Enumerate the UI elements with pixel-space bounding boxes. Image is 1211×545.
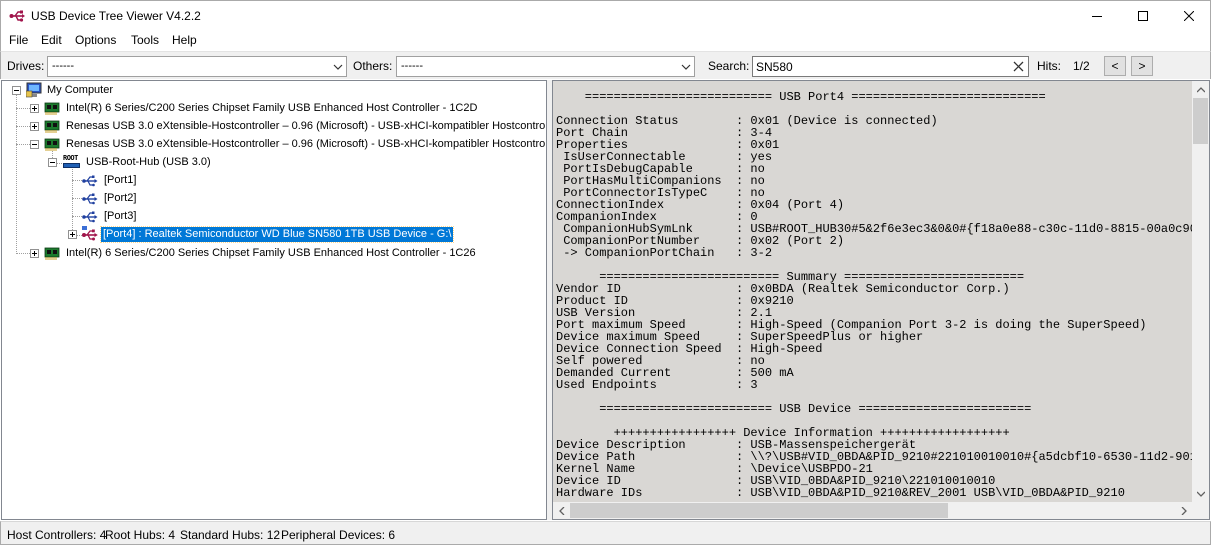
previous-hit-button[interactable]: < [1104, 56, 1126, 76]
hits-label: Hits: [1037, 59, 1061, 73]
close-button[interactable] [1166, 1, 1211, 31]
detail-line: Used Endpoints : 3 [556, 378, 758, 392]
tree-item-port[interactable]: [Port2] [2, 190, 546, 207]
chevron-down-icon [333, 64, 343, 70]
computer-icon [26, 82, 42, 98]
detail-line: ========================== USB Port4 ===… [556, 91, 1046, 104]
next-hit-button[interactable]: > [1131, 56, 1153, 76]
vertical-scrollbar[interactable] [1192, 81, 1209, 502]
window-title: USB Device Tree Viewer V4.2.2 [31, 9, 201, 23]
expand-toggle[interactable] [30, 104, 39, 113]
menu-file[interactable]: File [9, 33, 28, 47]
minimize-icon [1092, 16, 1102, 17]
tree-item-host-controller[interactable]: Renesas USB 3.0 eXtensible-Hostcontrolle… [2, 118, 546, 135]
tree-item-label: [Port3] [104, 210, 137, 222]
clear-search-icon[interactable] [1012, 60, 1025, 73]
scroll-left-button[interactable] [553, 502, 570, 519]
horizontal-scrollbar[interactable] [553, 502, 1192, 519]
status-bar: Host Controllers: 4 Root Hubs: 4 Standar… [0, 521, 1211, 545]
minimize-button[interactable] [1074, 1, 1120, 31]
collapse-toggle[interactable] [12, 86, 21, 95]
search-label: Search: [708, 59, 750, 73]
drives-value: ------ [52, 60, 74, 72]
tree-item-label: [Port2] [104, 192, 137, 204]
tree-item-root-hub[interactable]: ROOT USB-Root-Hub (USB 3.0) [2, 154, 546, 171]
others-label: Others: [353, 59, 393, 73]
chevron-up-icon [1196, 86, 1205, 92]
menu-bar: File Edit Options Tools Help [0, 31, 1211, 51]
drives-combo[interactable]: ------ [47, 56, 347, 77]
tree-item-label: [Port1] [104, 174, 137, 186]
scroll-right-button[interactable] [1175, 502, 1192, 519]
chevron-down-icon [681, 64, 691, 70]
maximize-icon [1138, 11, 1148, 21]
pci-card-icon [44, 120, 60, 133]
close-icon [1184, 11, 1194, 21]
tree-item-device[interactable]: [Port4] : Realtek Semiconductor WD Blue … [2, 226, 546, 243]
pci-card-icon [44, 138, 60, 151]
usb-port-icon [82, 211, 98, 223]
menu-edit[interactable]: Edit [41, 33, 62, 47]
tree-item-port[interactable]: [Port3] [2, 208, 546, 225]
usb-port-icon [82, 175, 98, 187]
chevron-left-icon [558, 506, 564, 515]
root-hub-icon: ROOT [62, 154, 82, 170]
title-bar: USB Device Tree Viewer V4.2.2 [0, 0, 1211, 31]
scroll-corner [1192, 502, 1209, 519]
status-root-hubs: Root Hubs: 4 [105, 528, 176, 542]
tree-item-host-controller[interactable]: Intel(R) 6 Series/C200 Series Chipset Fa… [2, 100, 546, 117]
drives-label: Drives: [7, 59, 45, 73]
tree-item-label: USB-Root-Hub (USB 3.0) [86, 156, 211, 168]
search-input[interactable]: SN580 [752, 56, 1029, 77]
tree-item-label: My Computer [47, 84, 114, 96]
previous-hit-label: < [1111, 59, 1119, 73]
tree-item-label: [Port4] : Realtek Semiconductor WD Blue … [99, 226, 455, 243]
expand-toggle[interactable] [68, 230, 77, 239]
menu-options[interactable]: Options [75, 33, 116, 47]
device-tree[interactable]: My Computer Intel(R) 6 Series/C200 Serie… [1, 80, 547, 520]
detail-line: ======================== USB Device ====… [556, 402, 1032, 416]
menu-help[interactable]: Help [172, 33, 197, 47]
status-host-controllers: Host Controllers: 4 [7, 528, 107, 542]
toolbar: Drives: ------ Others: ------ Search: SN… [0, 51, 1211, 79]
detail-line: -> CompanionPortChain : 3-2 [556, 246, 773, 260]
collapse-toggle[interactable] [30, 140, 39, 149]
tree-item-label: Renesas USB 3.0 eXtensible-Hostcontrolle… [66, 138, 547, 150]
scroll-up-button[interactable] [1192, 81, 1209, 98]
others-combo[interactable]: ------ [396, 56, 695, 77]
tree-item-host-controller[interactable]: Intel(R) 6 Series/C200 Series Chipset Fa… [2, 245, 546, 262]
scroll-down-button[interactable] [1192, 485, 1209, 502]
horizontal-scroll-thumb[interactable] [570, 503, 948, 518]
tree-item-port[interactable]: [Port1] [2, 172, 546, 189]
others-value: ------ [401, 60, 423, 72]
pci-card-icon [44, 247, 60, 260]
collapse-toggle[interactable] [48, 158, 57, 167]
detail-pane[interactable]: ========================== USB Port4 ===… [552, 80, 1210, 520]
hits-value: 1/2 [1073, 59, 1090, 73]
tree-item-host-controller[interactable]: Renesas USB 3.0 eXtensible-Hostcontrolle… [2, 136, 546, 153]
search-value: SN580 [756, 60, 793, 74]
usb-app-icon [9, 10, 25, 22]
expand-toggle[interactable] [30, 122, 39, 131]
tree-item-label: Intel(R) 6 Series/C200 Series Chipset Fa… [66, 102, 478, 114]
maximize-button[interactable] [1120, 1, 1166, 31]
usb-port-icon [82, 193, 98, 205]
usb-device-icon [82, 226, 98, 241]
status-standard-hubs: Standard Hubs: 12 [180, 528, 281, 542]
tree-item-my-computer[interactable]: My Computer [2, 82, 546, 99]
chevron-right-icon [1181, 506, 1187, 515]
menu-tools[interactable]: Tools [131, 33, 159, 47]
device-info-text: ========================== USB Port4 ===… [556, 91, 1192, 504]
status-peripheral-devices: Peripheral Devices: 6 [281, 528, 396, 542]
pci-card-icon [44, 102, 60, 115]
tree-item-label: Renesas USB 3.0 eXtensible-Hostcontrolle… [66, 120, 547, 132]
next-hit-label: > [1138, 59, 1146, 73]
detail-line: Hardware IDs : USB\VID_0BDA&PID_9210&REV… [556, 486, 1125, 500]
chevron-down-icon [1196, 491, 1205, 497]
expand-toggle[interactable] [30, 249, 39, 258]
tree-item-label: Intel(R) 6 Series/C200 Series Chipset Fa… [66, 247, 476, 259]
vertical-scroll-thumb[interactable] [1193, 98, 1208, 144]
